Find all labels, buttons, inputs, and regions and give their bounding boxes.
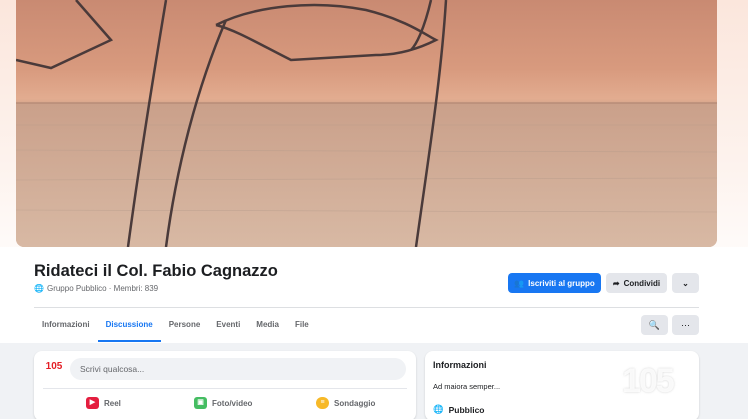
composer-divider xyxy=(43,388,407,389)
tab-informazioni[interactable]: Informazioni xyxy=(34,312,98,342)
poll-icon: ≡ xyxy=(316,397,329,409)
privacy-label: Pubblico xyxy=(448,404,485,415)
tab-file[interactable]: File xyxy=(287,312,317,342)
reel-label: Reel xyxy=(104,398,121,408)
avatar-logo-text: 105 xyxy=(45,361,63,372)
search-button[interactable]: 🔍 xyxy=(641,315,668,335)
cover-photo[interactable] xyxy=(16,0,717,247)
avatar[interactable]: 105 xyxy=(43,360,65,378)
share-label: Condividi xyxy=(623,278,661,288)
write-something-input[interactable]: Scrivi qualcosa... xyxy=(70,358,406,380)
header-divider xyxy=(34,307,699,308)
photo-icon: ▣ xyxy=(194,397,207,409)
cover-illustration xyxy=(16,0,717,247)
photo-video-label: Foto/video xyxy=(212,398,253,408)
chevron-down-icon: ⌄ xyxy=(682,278,689,288)
more-options-button[interactable]: ⌄ xyxy=(672,273,699,293)
share-arrow-icon: ➦ xyxy=(612,278,620,288)
globe-icon: 🌐 xyxy=(433,404,444,414)
privacy-row: 🌐 Pubblico xyxy=(433,404,484,415)
search-icon: 🔍 xyxy=(648,319,661,330)
poll-label: Sondaggio xyxy=(334,398,376,408)
share-button[interactable]: ➦ Condividi xyxy=(606,273,667,293)
tab-discussione[interactable]: Discussione xyxy=(97,312,161,342)
about-description: Ad maiora semper... xyxy=(433,382,501,391)
group-meta-text: Gruppo Pubblico · Membri: 839 xyxy=(46,284,159,293)
tab-persone[interactable]: Persone xyxy=(161,312,209,342)
join-group-label: Iscriviti al gruppo xyxy=(528,278,595,288)
tab-media[interactable]: Media xyxy=(248,312,287,342)
poll-button[interactable]: ≡ Sondaggio xyxy=(316,397,375,409)
add-people-icon: 👥 xyxy=(514,278,525,288)
photo-video-button[interactable]: ▣ Foto/video xyxy=(194,397,252,409)
group-meta: 🌐 Gruppo Pubblico · Membri: 839 xyxy=(34,284,158,293)
tab-eventi[interactable]: Eventi xyxy=(208,312,248,342)
group-title[interactable]: Ridateci il Col. Fabio Cagnazzo xyxy=(34,262,278,281)
reel-button[interactable]: ▶ Reel xyxy=(86,397,121,409)
about-title: Informazioni xyxy=(433,360,487,370)
channel-watermark: 105 xyxy=(622,362,675,400)
reel-icon: ▶ xyxy=(86,397,99,409)
globe-icon: 🌐 xyxy=(34,284,44,293)
ellipsis-icon: ⋯ xyxy=(681,319,690,330)
join-group-button[interactable]: 👥 Iscriviti al gruppo xyxy=(508,273,601,293)
more-tabs-button[interactable]: ⋯ xyxy=(672,315,699,335)
post-composer: 105 Scrivi qualcosa... ▶ Reel ▣ Foto/vid… xyxy=(34,351,416,419)
group-tabs: Informazioni Discussione Persone Eventi … xyxy=(34,312,317,342)
